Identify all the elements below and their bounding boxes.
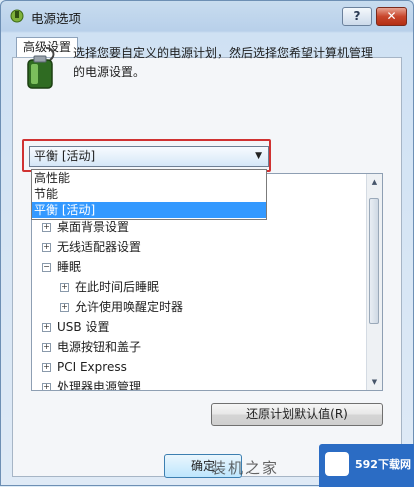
description-text: 选择您要自定义的电源计划，然后选择您希望计算机管理的电源设置。 (73, 46, 374, 79)
tree-item[interactable]: + 无线适配器设置 (42, 238, 141, 256)
tree-scrollbar[interactable]: ▲ ▼ (366, 174, 382, 390)
scroll-up-icon[interactable]: ▲ (369, 176, 380, 188)
power-options-icon (10, 9, 24, 23)
collapse-icon[interactable]: − (42, 263, 51, 272)
watermark-text: 装机之家 (211, 459, 280, 477)
tree-item[interactable]: − 睡眠 (42, 258, 81, 276)
restore-defaults-button[interactable]: 还原计划默认值(R) (211, 403, 383, 426)
dropdown-option-power-saver[interactable]: 节能 (32, 186, 266, 202)
expand-icon[interactable]: + (42, 383, 51, 390)
expand-icon[interactable]: + (60, 283, 69, 292)
tree-item-label: 允许使用唤醒定时器 (75, 300, 184, 314)
expand-icon[interactable]: + (42, 343, 51, 352)
power-options-window: 电源选项 ? ✕ 高级设置 选择您要自定义的电源计划，然后选择您希望计算机管理的… (0, 0, 414, 487)
combobox-value: 平衡 [活动] (34, 149, 96, 163)
tree-item[interactable]: + PCI Express (42, 358, 127, 376)
tree-item-label: 处理器电源管理 (57, 380, 142, 391)
chevron-down-icon[interactable]: ▼ (255, 147, 262, 166)
tree-item[interactable]: + USB 设置 (42, 318, 109, 336)
close-button[interactable]: ✕ (376, 7, 407, 26)
expand-icon[interactable]: + (42, 243, 51, 252)
scroll-thumb[interactable] (369, 198, 379, 324)
site-badge: 592下载网 (319, 444, 414, 487)
scroll-down-icon[interactable]: ▼ (369, 376, 380, 388)
power-plan-dropdown-list[interactable]: 高性能 节能 平衡 [活动] (31, 169, 267, 220)
expand-icon[interactable]: + (42, 323, 51, 332)
tree-item[interactable]: + 允许使用唤醒定时器 (60, 298, 183, 316)
tree-item-label: USB 设置 (57, 320, 110, 334)
tree-item[interactable]: + 处理器电源管理 (42, 378, 142, 391)
expand-icon[interactable]: + (60, 303, 69, 312)
expand-icon[interactable]: + (42, 223, 51, 232)
dropdown-option-balanced[interactable]: 平衡 [活动] (32, 202, 266, 218)
site-logo-icon (325, 452, 349, 476)
battery-plan-icon (27, 47, 55, 89)
tree-item-label: 无线适配器设置 (57, 240, 142, 254)
dropdown-option-high-performance[interactable]: 高性能 (32, 170, 266, 186)
tree-item[interactable]: + 电源按钮和盖子 (42, 338, 141, 356)
title-bar[interactable]: 电源选项 ? ✕ (1, 1, 413, 31)
help-button[interactable]: ? (342, 7, 372, 26)
power-plan-combobox[interactable]: 平衡 [活动] ▼ (29, 146, 269, 167)
tree-item-label: 电源按钮和盖子 (57, 340, 142, 354)
window-title: 电源选项 (31, 11, 82, 26)
site-badge-text: 592下载网 (355, 458, 411, 471)
tree-item-label: PCI Express (57, 360, 127, 374)
tree-item-label: 桌面背景设置 (57, 220, 130, 234)
tree-item-label: 睡眠 (57, 260, 82, 274)
tree-item[interactable]: + 桌面背景设置 (42, 218, 129, 236)
tree-item[interactable]: + 在此时间后睡眠 (60, 278, 159, 296)
tree-item-label: 在此时间后睡眠 (75, 280, 160, 294)
expand-icon[interactable]: + (42, 363, 51, 372)
